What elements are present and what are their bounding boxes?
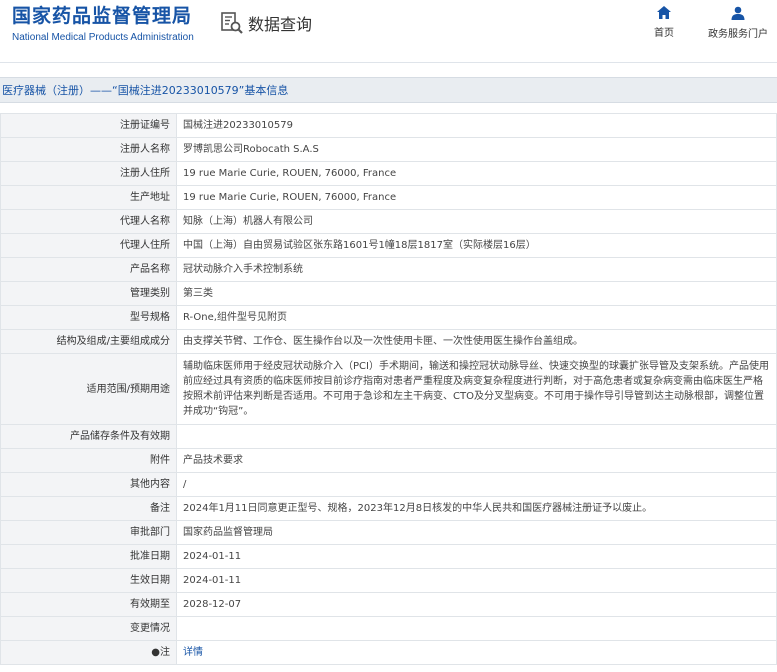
- table-row: 产品储存条件及有效期: [0, 424, 777, 449]
- row-value: 2024-01-11: [176, 568, 777, 593]
- table-row: 其他内容 /: [0, 472, 777, 497]
- row-value: 冠状动脉介入手术控制系统: [176, 257, 777, 282]
- row-value: 19 rue Marie Curie, ROUEN, 76000, France: [176, 185, 777, 210]
- table-row: 备注 2024年1月11日同意更正型号、规格，2023年12月8日核发的中华人民共…: [0, 496, 777, 521]
- nav-service-portal-label: 政务服务门户: [708, 29, 768, 40]
- row-value: 由支撑关节臂、工作仓、医生操作台以及一次性使用卡匣、一次性使用医生操作台盖组成。: [176, 329, 777, 354]
- logo-english-name: National Medical Products Administration: [12, 32, 194, 43]
- table-row: 有效期至 2028-12-07: [0, 592, 777, 617]
- row-value: /: [176, 472, 777, 497]
- nmpa-logo[interactable]: 国家药品监督管理局 National Medical Products Admi…: [12, 4, 194, 43]
- row-label: 注册人名称: [0, 137, 177, 162]
- table-row: 变更情况: [0, 616, 777, 641]
- document-search-icon: [221, 12, 243, 34]
- row-label: 管理类别: [0, 281, 177, 306]
- row-label: 批准日期: [0, 544, 177, 569]
- table-row: 注册人住所 19 rue Marie Curie, ROUEN, 76000, F…: [0, 161, 777, 186]
- logo-chinese-name: 国家药品监督管理局: [12, 5, 193, 27]
- row-label: 备注: [0, 496, 177, 521]
- row-label: 型号规格: [0, 305, 177, 330]
- row-value: 详情: [176, 640, 777, 665]
- table-row: 注册人名称 罗博凯思公司Robocath S.A.S: [0, 137, 777, 162]
- table-row: 产品名称 冠状动脉介入手术控制系统: [0, 257, 777, 282]
- row-value: 辅助临床医师用于经皮冠状动脉介入（PCI）手术期间，输送和操控冠状动脉导丝、快速…: [176, 353, 777, 425]
- row-value: 2024年1月11日同意更正型号、规格，2023年12月8日核发的中华人民共和国…: [176, 496, 777, 521]
- row-label: 变更情况: [0, 616, 177, 641]
- table-row: 生效日期 2024-01-11: [0, 568, 777, 593]
- row-label: 结构及组成/主要组成成分: [0, 329, 177, 354]
- table-row: ●注 详情: [0, 640, 777, 665]
- table-row: 审批部门 国家药品监督管理局: [0, 520, 777, 545]
- row-label: 附件: [0, 448, 177, 473]
- nav-home[interactable]: 首页: [654, 6, 674, 39]
- row-value: 2024-01-11: [176, 544, 777, 569]
- row-label: 代理人名称: [0, 209, 177, 234]
- record-title-bar: 医疗器械（注册）——“国械注进20233010579”基本信息: [0, 77, 777, 103]
- row-value: 罗博凯思公司Robocath S.A.S: [176, 137, 777, 162]
- data-query-title: 数据查询: [248, 15, 313, 34]
- table-row: 结构及组成/主要组成成分 由支撑关节臂、工作仓、医生操作台以及一次性使用卡匣、一次…: [0, 329, 777, 354]
- row-value: 第三类: [176, 281, 777, 306]
- row-value: 知脉（上海）机器人有限公司: [176, 209, 777, 234]
- table-row: 批准日期 2024-01-11: [0, 544, 777, 569]
- row-label: ●注: [0, 640, 177, 665]
- details-link[interactable]: 详情: [183, 647, 203, 658]
- row-label: 有效期至: [0, 592, 177, 617]
- table-row: 适用范围/预期用途 辅助临床医师用于经皮冠状动脉介入（PCI）手术期间，输送和操控…: [0, 353, 777, 425]
- row-label: 审批部门: [0, 520, 177, 545]
- row-label: 适用范围/预期用途: [0, 353, 177, 425]
- table-row: 管理类别 第三类: [0, 281, 777, 306]
- data-query-heading: 数据查询: [220, 11, 312, 35]
- row-label: 生产地址: [0, 185, 177, 210]
- row-value: 19 rue Marie Curie, ROUEN, 76000, France: [176, 161, 777, 186]
- row-value: 国家药品监督管理局: [176, 520, 777, 545]
- row-label: 注册人住所: [0, 161, 177, 186]
- home-icon: [657, 6, 671, 19]
- nav-home-label: 首页: [654, 28, 674, 39]
- table-row: 生产地址 19 rue Marie Curie, ROUEN, 76000, Fr…: [0, 185, 777, 210]
- nav-service-portal[interactable]: 政务服务门户: [708, 6, 768, 40]
- row-value: R-One,组件型号见附页: [176, 305, 777, 330]
- site-header: 国家药品监督管理局 National Medical Products Admi…: [0, 0, 777, 63]
- row-value: 2028-12-07: [176, 592, 777, 617]
- table-row: 注册证编号 国械注进20233010579: [0, 113, 777, 138]
- row-value: 中国（上海）自由贸易试验区张东路1601号1幢18层1817室（实际楼层16层）: [176, 233, 777, 258]
- row-value: 产品技术要求: [176, 448, 777, 473]
- table-row: 代理人住所 中国（上海）自由贸易试验区张东路1601号1幢18层1817室（实际楼…: [0, 233, 777, 258]
- row-value: 国械注进20233010579: [176, 113, 777, 138]
- row-label: 产品储存条件及有效期: [0, 424, 177, 449]
- table-row: 附件 产品技术要求: [0, 448, 777, 473]
- device-info-table: 注册证编号 国械注进20233010579 注册人名称 罗博凯思公司Robocath…: [0, 113, 777, 665]
- table-row: 型号规格 R-One,组件型号见附页: [0, 305, 777, 330]
- table-row: 代理人名称 知脉（上海）机器人有限公司: [0, 209, 777, 234]
- row-label: 生效日期: [0, 568, 177, 593]
- row-value: [176, 424, 777, 449]
- row-label: 其他内容: [0, 472, 177, 497]
- row-label: 注册证编号: [0, 113, 177, 138]
- row-value: [176, 616, 777, 641]
- row-label: 产品名称: [0, 257, 177, 282]
- row-label: 代理人住所: [0, 233, 177, 258]
- user-icon: [731, 6, 745, 20]
